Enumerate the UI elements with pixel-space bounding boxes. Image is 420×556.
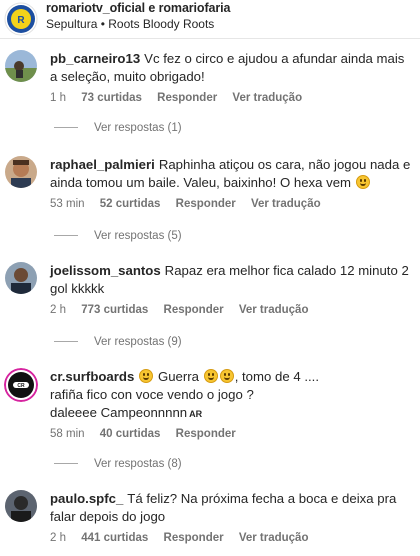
ar-badge: AR — [189, 409, 203, 419]
grinning-emoji-icon — [219, 369, 234, 383]
comment-username[interactable]: cr.surfboards — [50, 369, 134, 384]
comment-time: 58 min — [50, 428, 85, 440]
comment-username[interactable]: paulo.spfc_ — [50, 491, 123, 506]
comment-time: 2 h — [50, 532, 66, 544]
likes-count[interactable]: 773 curtidas — [81, 304, 148, 316]
view-replies-label[interactable]: Ver respostas (9) — [94, 336, 182, 348]
likes-count[interactable]: 52 curtidas — [100, 198, 161, 210]
likes-count[interactable]: 73 curtidas — [81, 92, 142, 104]
user-avatar[interactable]: CR — [4, 368, 38, 402]
likes-count[interactable]: 40 curtidas — [100, 428, 161, 440]
reply-button[interactable]: Responder — [164, 532, 224, 544]
view-replies-button[interactable]: Ver respostas (5) — [50, 230, 182, 242]
translate-button[interactable]: Ver tradução — [251, 198, 321, 210]
grinning-emoji-icon — [203, 369, 218, 383]
comment-body-part-b: , tomo de 4 .... — [234, 369, 319, 384]
comment-meta: 2 h 773 curtidas Responder Ver tradução — [50, 304, 320, 316]
header-divider — [0, 38, 420, 39]
comment-text: pb_carneiro13 Vc fez o circo e ajudou a a… — [50, 50, 412, 86]
reply-button[interactable]: Responder — [157, 92, 217, 104]
reply-button[interactable]: Responder — [176, 428, 236, 440]
replies-line — [54, 463, 78, 465]
reply-button[interactable]: Responder — [164, 304, 224, 316]
view-replies-button[interactable]: Ver respostas (8) — [50, 458, 182, 470]
view-replies-label[interactable]: Ver respostas (8) — [94, 458, 182, 470]
view-replies-button[interactable]: Ver respostas (9) — [50, 336, 182, 348]
comment-meta: 2 h 441 curtidas Responder Ver tradução — [50, 532, 320, 544]
translate-button[interactable]: Ver tradução — [239, 304, 309, 316]
comment-text: joelissom_santos Rapaz era melhor fica ca… — [50, 262, 412, 298]
user-avatar[interactable] — [5, 50, 37, 82]
comment-body-part-a: Guerra — [157, 369, 200, 384]
comment-body-line3: daleeee Campeonnnnn — [50, 405, 188, 420]
comment-time: 53 min — [50, 198, 85, 210]
comment-text: paulo.spfc_ Tá feliz? Na próxima fecha a … — [50, 490, 412, 526]
comment-meta: 1 h 73 curtidas Responder Ver tradução — [50, 92, 314, 104]
comment-text: cr.surfboards Guerra , tomo de 4 .... ra… — [50, 368, 412, 423]
replies-line — [54, 127, 78, 129]
grinning-emoji-icon — [139, 369, 154, 383]
comment-time: 2 h — [50, 304, 66, 316]
user-avatar[interactable] — [5, 262, 37, 294]
comment-username[interactable]: pb_carneiro13 — [50, 51, 140, 66]
post-accounts[interactable]: romariotv_oficial e romariofaria — [46, 1, 230, 15]
comment-body-line2: rafiña fico con voce vendo o jogo ? — [50, 387, 254, 402]
svg-text:CR: CR — [17, 383, 25, 389]
post-header: R romariotv_oficial e romariofaria Sepul… — [0, 0, 420, 36]
replies-line — [54, 341, 78, 343]
translate-button[interactable]: Ver tradução — [239, 532, 309, 544]
comment-meta: 53 min 52 curtidas Responder Ver traduçã… — [50, 198, 333, 210]
comment-time: 1 h — [50, 92, 66, 104]
post-song[interactable]: Sepultura • Roots Bloody Roots — [46, 17, 214, 31]
svg-text:R: R — [17, 15, 25, 26]
view-replies-label[interactable]: Ver respostas (5) — [94, 230, 182, 242]
comment-text: raphael_palmieri Raphinha atiçou os cara,… — [50, 156, 412, 192]
view-replies-label[interactable]: Ver respostas (1) — [94, 122, 182, 134]
post-avatar[interactable]: R — [4, 2, 38, 41]
replies-line — [54, 235, 78, 237]
comment-username[interactable]: raphael_palmieri — [50, 157, 155, 172]
user-avatar[interactable] — [5, 156, 37, 188]
user-avatar[interactable] — [5, 490, 37, 522]
comment-username[interactable]: joelissom_santos — [50, 263, 161, 278]
reply-button[interactable]: Responder — [176, 198, 236, 210]
grinning-emoji-icon — [355, 175, 370, 189]
view-replies-button[interactable]: Ver respostas (1) — [50, 122, 182, 134]
translate-button[interactable]: Ver tradução — [232, 92, 302, 104]
likes-count[interactable]: 441 curtidas — [81, 532, 148, 544]
comment-meta: 58 min 40 curtidas Responder — [50, 428, 248, 440]
